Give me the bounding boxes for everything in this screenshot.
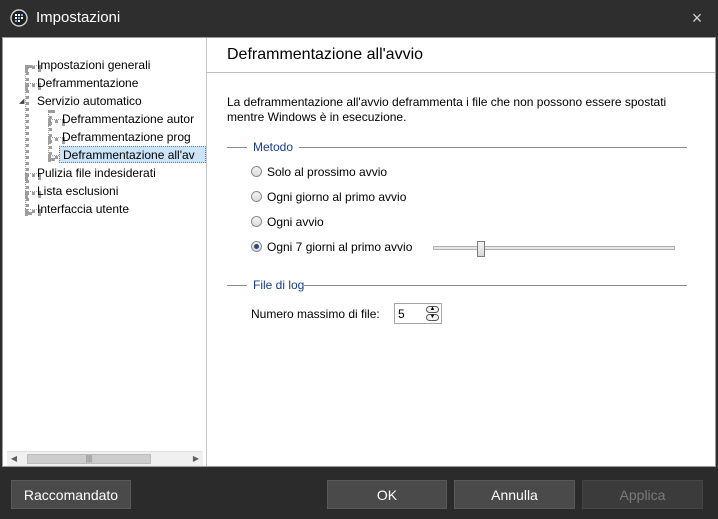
tree-item-deframmentazione-automatica[interactable]: Deframmentazione autor — [62, 111, 194, 128]
apply-button[interactable]: Applica — [582, 480, 703, 509]
tree-line — [48, 110, 52, 161]
close-icon[interactable]: × — [688, 9, 706, 27]
stepper-up-icon[interactable]: ▲ — [426, 306, 439, 313]
tree-item-servizio-automatico[interactable]: Servizio automatico — [37, 93, 142, 110]
recommended-button[interactable]: Raccomandato — [11, 480, 131, 509]
scrollbar-thumb[interactable]: ||| — [27, 454, 151, 464]
tree-item-pulizia-file[interactable]: Pulizia file indesiderati — [37, 165, 156, 182]
stepper-buttons: ▲ ▼ — [426, 306, 439, 321]
tree-horizontal-scrollbar[interactable]: ◀ ||| ▶ — [7, 451, 203, 466]
radio-label: Ogni 7 giorni al primo avvio — [267, 240, 413, 254]
radio-button[interactable] — [251, 166, 262, 177]
radio-label: Ogni giorno al primo avvio — [267, 190, 407, 204]
radio-button[interactable] — [251, 191, 262, 202]
expand-arrow-icon[interactable]: ◢ — [19, 93, 24, 110]
scroll-left-icon[interactable]: ◀ — [9, 454, 19, 464]
ok-button[interactable]: OK — [327, 480, 447, 509]
slider-track — [433, 246, 675, 250]
tree-item-impostazioni-generali[interactable]: Impostazioni generali — [37, 57, 150, 74]
tree-item-interfaccia-utente[interactable]: Interfaccia utente — [37, 201, 129, 218]
app-logo-icon — [10, 9, 28, 27]
tree-item-lista-esclusioni[interactable]: Lista esclusioni — [37, 183, 118, 200]
panel-description: La deframmentazione all'avvio deframment… — [227, 95, 667, 124]
max-files-value[interactable]: 5 — [398, 307, 405, 321]
tree-item-deframmentazione-programmata[interactable]: Deframmentazione prog — [62, 129, 191, 146]
group-divider — [304, 285, 687, 286]
max-files-label: Numero massimo di file: — [251, 307, 380, 321]
radio-button[interactable] — [251, 241, 262, 252]
stepper-down-icon[interactable]: ▼ — [426, 314, 439, 321]
method-group-heading: Metodo — [253, 140, 294, 154]
max-files-stepper[interactable]: 5 ▲ ▼ — [394, 303, 442, 324]
title-bar: Impostazioni × — [0, 0, 718, 36]
log-group-heading: File di log — [253, 278, 305, 292]
page-title: Deframmentazione all'avvio — [227, 46, 424, 63]
radio-button[interactable] — [251, 216, 262, 227]
settings-panel: Deframmentazione all'avvio La deframment… — [207, 38, 715, 466]
settings-client-area: Impostazioni generali Deframmentazione ◢… — [2, 37, 716, 467]
radio-label: Ogni avvio — [267, 215, 324, 229]
radio-label: Solo al prossimo avvio — [267, 165, 388, 179]
scroll-right-icon[interactable]: ▶ — [191, 454, 201, 464]
group-divider — [299, 147, 687, 148]
settings-tree: Impostazioni generali Deframmentazione ◢… — [3, 38, 207, 466]
cancel-button[interactable]: Annulla — [454, 480, 575, 509]
tree-item-deframmentazione[interactable]: Deframmentazione — [37, 75, 138, 92]
days-slider[interactable] — [433, 241, 675, 257]
group-divider — [227, 285, 247, 286]
settings-window: Impostazioni × Impostazioni generali Def… — [0, 0, 718, 519]
group-divider — [227, 147, 247, 148]
window-title: Impostazioni — [36, 9, 121, 26]
title-divider — [207, 72, 715, 73]
slider-thumb[interactable] — [477, 241, 485, 257]
button-bar: Raccomandato OK Annulla Applica — [0, 468, 718, 519]
tree-item-deframmentazione-all-avvio[interactable]: Deframmentazione all'av — [59, 146, 206, 163]
